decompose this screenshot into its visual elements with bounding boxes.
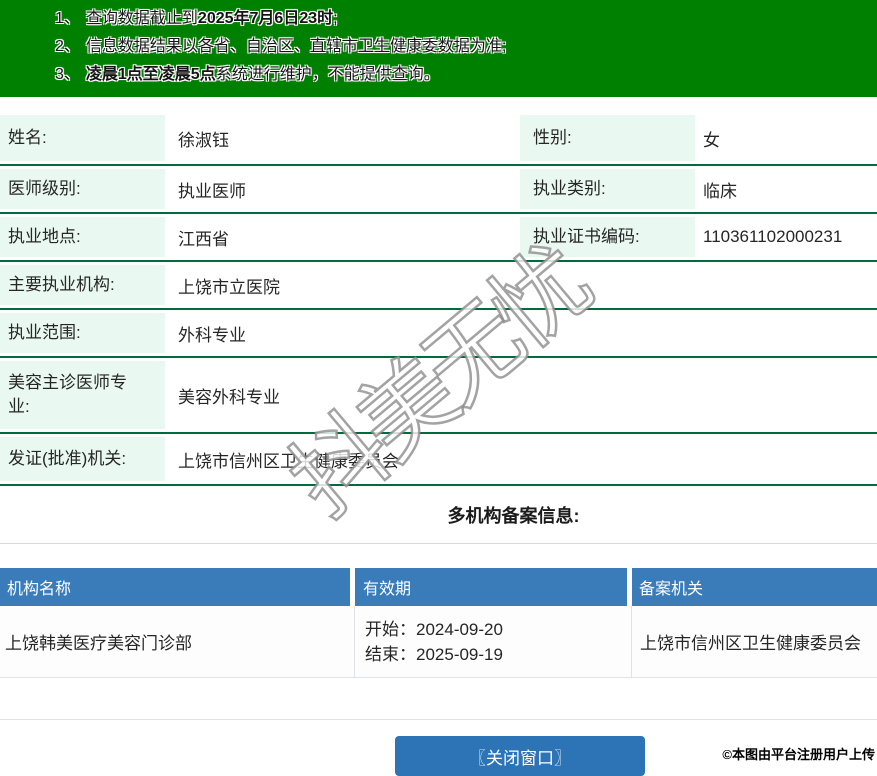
org-name-value: 上饶韩美医疗美容门诊部 <box>0 606 355 677</box>
table-row: 姓名: 徐淑钰 性别: 女 <box>0 112 877 166</box>
issuing-authority-label-cell: 发证(批准)机关: <box>0 434 165 484</box>
doctor-level-label-cell: 医师级别: <box>0 166 165 212</box>
doctor-level-label: 医师级别: <box>0 169 165 209</box>
practice-location-label-cell: 执业地点: <box>0 214 165 260</box>
table-row: 医师级别: 执业医师 执业类别: 临床 <box>0 166 877 214</box>
main-institution-value: 上饶市立医院 <box>178 277 280 297</box>
validity-value-cell: 开始：2024-09-20 结束：2025-09-19 <box>355 606 632 677</box>
practice-scope-label: 执业范围: <box>0 313 165 353</box>
validity-column-header: 有效期 <box>355 568 632 606</box>
table-bottom-spacer <box>0 678 877 720</box>
upload-stamp-text: ©本图由平台注册用户上传 <box>722 747 875 762</box>
org-table-header: 机构名称 有效期 备案机关 <box>0 568 877 606</box>
certificate-number-label: 执业证书编码: <box>520 217 695 257</box>
record-authority-column-header: 备案机关 <box>632 568 877 606</box>
query-result-page: 1、 查询数据截止到2025年7月6日23时; 2、 信息数据结果以各省、自治区、直… <box>0 0 877 776</box>
gender-label-cell: 性别: <box>520 112 695 164</box>
practice-scope-value: 外科专业 <box>178 325 246 345</box>
practice-category-value: 临床 <box>703 181 737 201</box>
notice-number: 3、 <box>55 66 80 83</box>
certificate-number-value: 110361102000231 <box>703 227 843 246</box>
notice-text: 系统进行维护，不能提供查询。 <box>215 66 440 83</box>
issuing-authority-value: 上饶市信州区卫生健康委员会 <box>178 451 399 471</box>
notice-banner: 1、 查询数据截止到2025年7月6日23时; 2、 信息数据结果以各省、自治区、直… <box>0 0 877 97</box>
practice-category-label: 执业类别: <box>520 169 695 209</box>
name-label: 姓名: <box>0 115 165 161</box>
table-row: 执业范围: 外科专业 <box>0 310 877 358</box>
name-label-cell: 姓名: <box>0 112 165 164</box>
notice-text-bold: 凌晨1点至凌晨5点 <box>85 66 216 83</box>
table-row: 发证(批准)机关: 上饶市信州区卫生健康委员会 <box>0 434 877 486</box>
gender-value: 女 <box>703 130 720 150</box>
practice-location-value: 江西省 <box>178 229 229 249</box>
notice-line-3: 3、 凌晨1点至凌晨5点系统进行维护，不能提供查询。 <box>0 61 877 89</box>
issuing-authority-label: 发证(批准)机关: <box>0 437 165 481</box>
practice-location-label: 执业地点: <box>0 217 165 257</box>
multi-org-section: 多机构备案信息: <box>0 486 877 544</box>
notice-text: 信息数据结果以各省、自治区、直辖市卫生健康委数据为准; <box>85 38 507 55</box>
practice-category-label-cell: 执业类别: <box>520 166 695 212</box>
table-row: 执业地点: 江西省 执业证书编码: 110361102000231 <box>0 214 877 262</box>
practitioner-info-table: 姓名: 徐淑钰 性别: 女 医师级别: 执业医师 执业类别: 临床 执业地点: … <box>0 112 877 486</box>
record-authority-value: 上饶市信州区卫生健康委员会 <box>640 634 861 653</box>
practice-scope-label-cell: 执业范围: <box>0 310 165 356</box>
cosmetic-specialty-value: 美容外科专业 <box>178 387 280 407</box>
notice-text: 查询数据截止到 <box>85 10 198 27</box>
cosmetic-specialty-label: 美容主诊医师专业: <box>0 361 165 429</box>
notice-line-1: 1、 查询数据截止到2025年7月6日23时; <box>0 5 877 33</box>
notice-number: 2、 <box>55 38 80 55</box>
org-name-column-header: 机构名称 <box>0 568 355 606</box>
validity-start: 开始：2024-09-20 <box>365 619 503 639</box>
gender-label: 性别: <box>520 115 695 161</box>
notice-text: ; <box>333 10 338 27</box>
name-value: 徐淑钰 <box>178 130 229 150</box>
table-row: 美容主诊医师专业: 美容外科专业 <box>0 358 877 434</box>
main-institution-label-cell: 主要执业机构: <box>0 262 165 308</box>
doctor-level-value: 执业医师 <box>178 181 246 201</box>
org-table-row: 上饶韩美医疗美容门诊部 开始：2024-09-20 结束：2025-09-19 … <box>0 606 877 678</box>
notice-text-bold: 2025年7月6日23时 <box>197 10 334 27</box>
certificate-number-label-cell: 执业证书编码: <box>520 214 695 260</box>
table-row: 主要执业机构: 上饶市立医院 <box>0 262 877 310</box>
cosmetic-specialty-label-cell: 美容主诊医师专业: <box>0 358 165 432</box>
close-window-button[interactable]: 〖关闭窗口〗 <box>395 736 645 776</box>
main-institution-label: 主要执业机构: <box>0 265 165 305</box>
section-title: 多机构备案信息: <box>447 505 580 526</box>
validity-end: 结束：2025-09-19 <box>365 644 503 664</box>
notice-number: 1、 <box>55 10 80 27</box>
notice-line-2: 2、 信息数据结果以各省、自治区、直辖市卫生健康委数据为准; <box>0 33 877 61</box>
